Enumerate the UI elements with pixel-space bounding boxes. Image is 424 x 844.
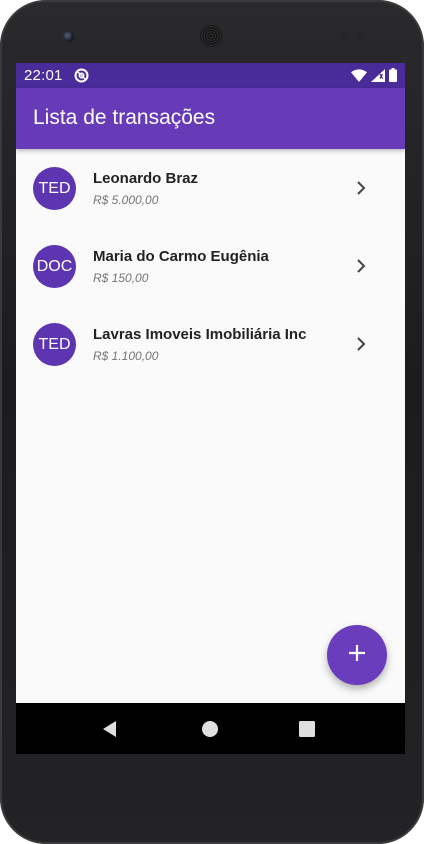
plus-icon (348, 644, 366, 667)
transaction-value: R$ 1.100,00 (93, 349, 159, 363)
chevron-right-icon[interactable] (353, 257, 369, 275)
chevron-right-icon[interactable] (353, 335, 369, 353)
earpiece-speaker (201, 26, 221, 46)
transaction-type-avatar: DOC (33, 245, 76, 288)
transaction-name: Leonardo Braz (93, 170, 199, 187)
back-icon[interactable] (98, 717, 122, 741)
transaction-name: Lavras Imoveis Imobiliária Inc (93, 326, 307, 343)
light-sensor (357, 32, 364, 39)
transaction-type-avatar: TED (33, 323, 76, 366)
navigation-bar (16, 703, 405, 754)
chevron-right-icon[interactable] (353, 179, 369, 197)
transaction-list: TED Leonardo Braz R$ 5.000,00 DOC Maria … (16, 149, 405, 383)
front-camera (63, 31, 74, 42)
screen: 22:01 Lista de transações TED Leonardo B… (16, 63, 405, 703)
proximity-sensor (341, 32, 348, 39)
list-item[interactable]: TED Lavras Imoveis Imobiliária Inc R$ 1.… (16, 305, 405, 383)
at-sign-icon (74, 68, 89, 83)
transaction-name: Maria do Carmo Eugênia (93, 248, 269, 265)
list-item[interactable]: DOC Maria do Carmo Eugênia R$ 150,00 (16, 227, 405, 305)
recents-icon[interactable] (295, 717, 319, 741)
page-title: Lista de transações (33, 106, 216, 129)
status-bar: 22:01 (16, 63, 405, 88)
status-time: 22:01 (24, 67, 63, 84)
add-transaction-button[interactable] (327, 625, 387, 685)
transaction-type-avatar: TED (33, 167, 76, 210)
list-item[interactable]: TED Leonardo Braz R$ 5.000,00 (16, 149, 405, 227)
transaction-value: R$ 150,00 (93, 271, 149, 285)
transaction-value: R$ 5.000,00 (93, 193, 159, 207)
device-frame: 22:01 Lista de transações TED Leonardo B… (0, 0, 424, 844)
wifi-icon (351, 68, 367, 87)
battery-icon (389, 68, 397, 87)
app-bar: Lista de transações (16, 88, 405, 149)
status-icons (351, 68, 397, 87)
home-icon[interactable] (198, 717, 222, 741)
cell-signal-icon (371, 68, 385, 87)
